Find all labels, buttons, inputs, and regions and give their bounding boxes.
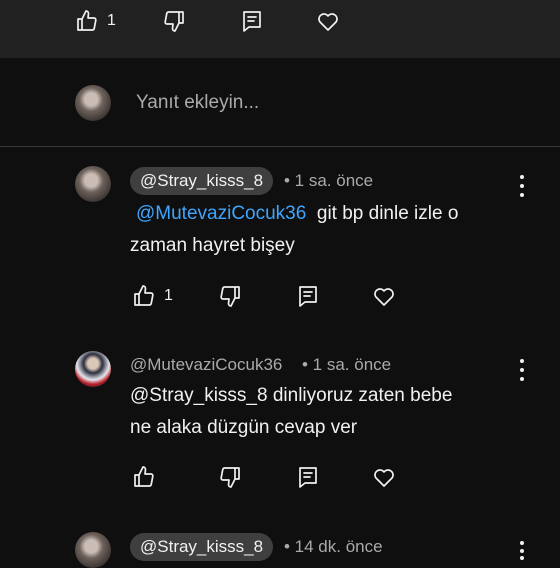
dislike-button[interactable]: [162, 9, 186, 33]
heart-icon: [318, 13, 338, 31]
like-icon: [134, 285, 154, 306]
more-vert-icon[interactable]: [517, 359, 527, 381]
reply-button[interactable]: [240, 9, 264, 33]
dislike-button[interactable]: [218, 284, 242, 308]
more-vert-icon[interactable]: [517, 541, 527, 560]
comment-timestamp: • 14 dk. önce: [284, 537, 383, 556]
heart-icon: [374, 288, 394, 306]
dislike-icon: [164, 11, 184, 32]
reply-icon: [299, 467, 317, 488]
like-count: 1: [107, 12, 116, 29]
dislike-button[interactable]: [218, 465, 242, 489]
comment-author-chip[interactable]: @Stray_kisss_8: [130, 167, 274, 195]
avatar[interactable]: [75, 532, 111, 568]
comment-author[interactable]: @MutevaziCocuk36: [130, 355, 282, 375]
reply-button[interactable]: [296, 284, 320, 308]
comment-text: @Stray_kisss_8 dinliyoruz zaten bebe ne …: [130, 380, 530, 444]
like-button[interactable]: [132, 465, 156, 489]
like-button[interactable]: 1: [75, 9, 116, 33]
heart-button[interactable]: [372, 465, 396, 489]
comment-timestamp: • 1 sa. önce: [302, 355, 392, 374]
more-vert-icon[interactable]: [517, 175, 527, 197]
comment-author-chip[interactable]: @Stray_kisss_8: [130, 533, 274, 561]
dislike-icon: [220, 286, 240, 307]
avatar[interactable]: [75, 351, 111, 387]
like-count: 1: [164, 287, 173, 304]
comment-mention[interactable]: @MutevaziCocuk36: [136, 203, 306, 224]
parent-comment-actions: 1: [0, 0, 560, 58]
comment-text-line: @Stray_kisss_8 dinliyoruz zaten bebe: [130, 385, 453, 406]
comment-text-line: ne alaka düzgün cevap ver: [130, 417, 358, 438]
like-button[interactable]: 1: [132, 284, 173, 308]
divider: [0, 146, 560, 147]
heart-icon: [374, 469, 394, 487]
avatar[interactable]: [75, 166, 111, 202]
reply-button[interactable]: [296, 465, 320, 489]
dislike-icon: [220, 467, 240, 488]
heart-button[interactable]: [316, 9, 340, 33]
comment-text: @MutevaziCocuk36 git bp dinle izle o zam…: [130, 198, 530, 262]
comment-text-line: git bp dinle izle o: [316, 203, 459, 224]
comment-text-line: zaman hayret bişey: [130, 235, 295, 256]
heart-button[interactable]: [372, 284, 396, 308]
like-icon: [77, 10, 97, 31]
reply-icon: [243, 11, 261, 32]
like-icon: [134, 466, 154, 487]
reply-input[interactable]: Yanıt ekleyin...: [136, 92, 259, 114]
comment-timestamp: • 1 sa. önce: [284, 171, 374, 190]
reply-icon: [299, 286, 317, 307]
avatar: [75, 85, 111, 121]
